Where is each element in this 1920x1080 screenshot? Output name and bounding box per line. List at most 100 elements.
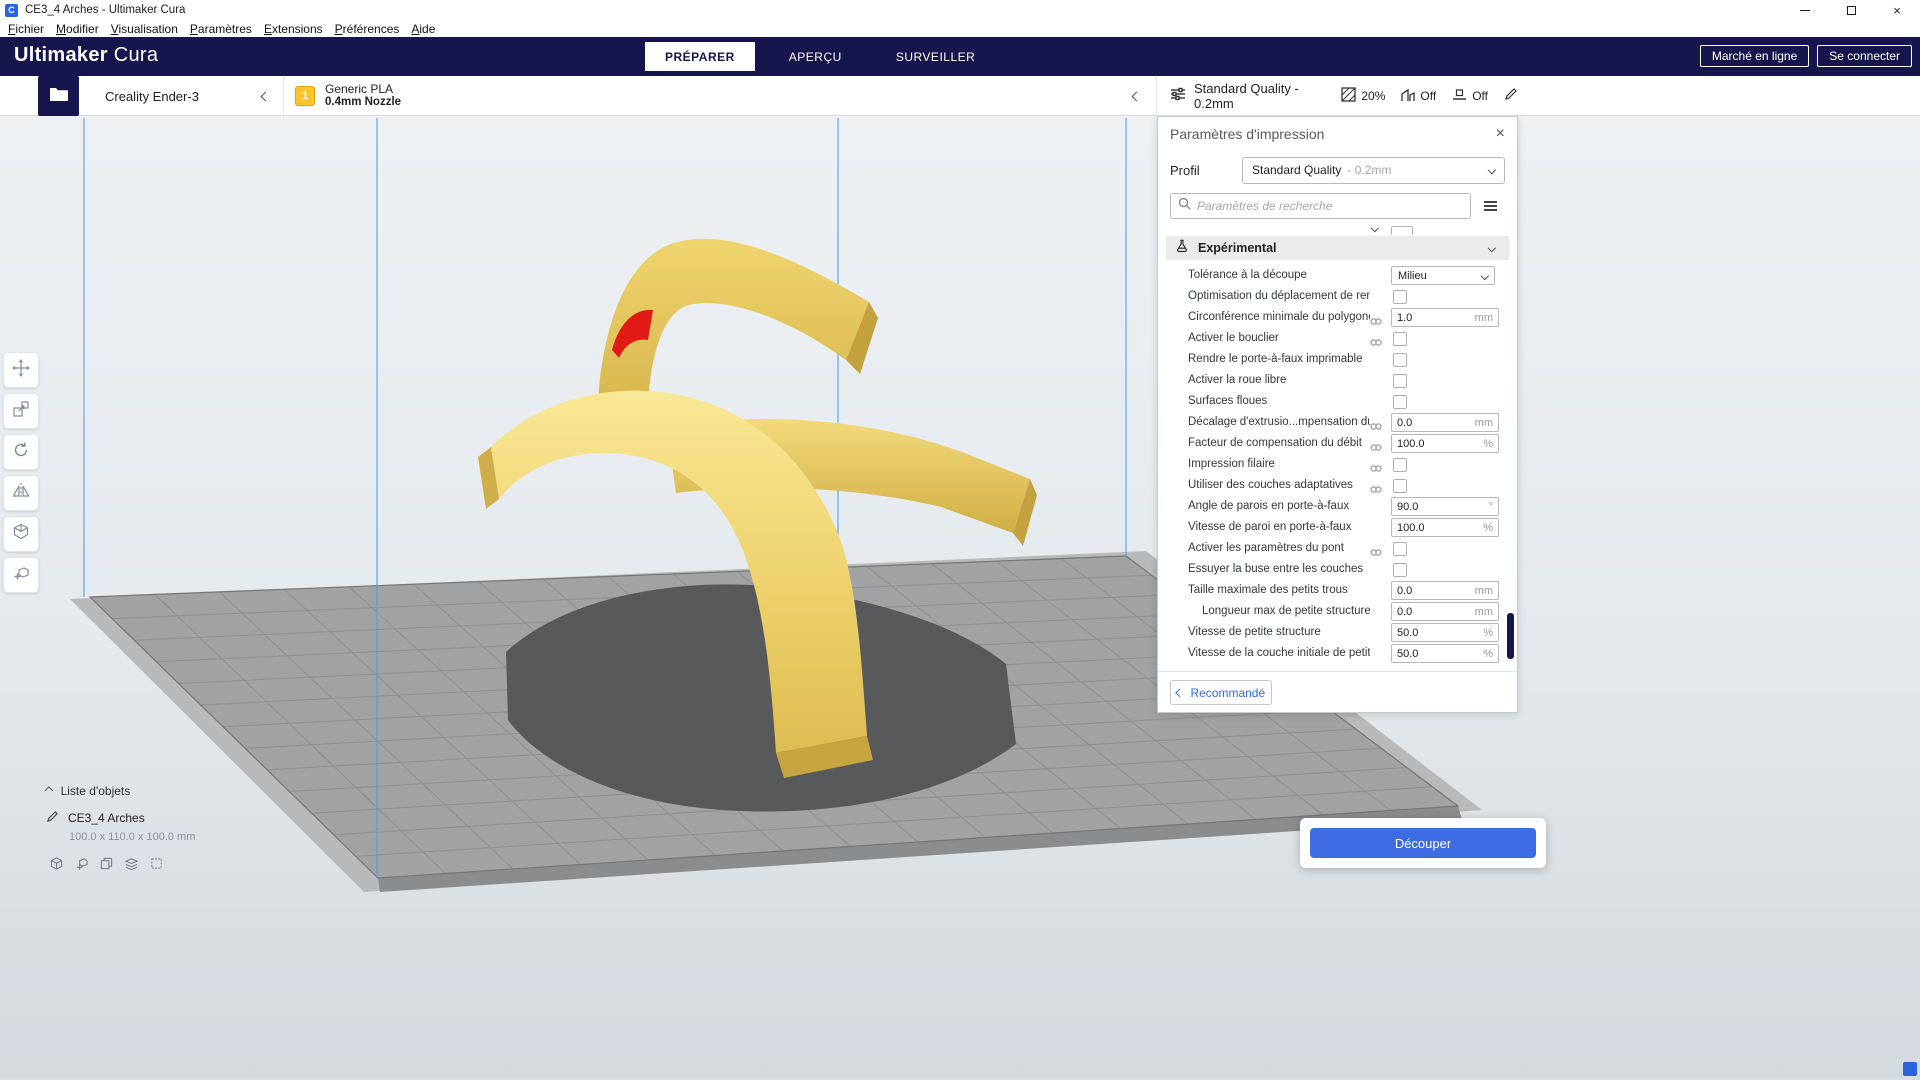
move-tool-button[interactable]	[3, 352, 39, 388]
extruder-badge[interactable]: 1	[295, 86, 315, 106]
viewport-3d[interactable]	[0, 116, 1920, 1080]
setting-input[interactable]: 100.0%	[1391, 518, 1499, 537]
tab-apercu[interactable]: APERÇU	[769, 42, 862, 71]
search-row	[1158, 189, 1517, 223]
object-list-item[interactable]: CE3_4 Arches	[46, 810, 195, 826]
corner-widget[interactable]	[1903, 1062, 1917, 1076]
setting-row-vitesse-de-la-couche-initiale-de-petite-st: Vitesse de la couche initiale de petite …	[1158, 643, 1517, 664]
setting-checkbox[interactable]	[1393, 374, 1407, 388]
open-file-button[interactable]	[38, 76, 79, 116]
rotate-tool-icon	[12, 441, 30, 464]
setting-row-longueur-max-de-petite-structure: Longueur max de petite structure0.0mm	[1158, 601, 1517, 622]
setting-input[interactable]: 100.0%	[1391, 434, 1499, 453]
tab-surveiller[interactable]: SURVEILLER	[876, 42, 995, 71]
app-header: Ultimaker Cura PRÉPARERAPERÇUSURVEILLER …	[0, 37, 1920, 76]
setting-row-activer-la-roue-libre: Activer la roue libre	[1158, 370, 1517, 391]
recommended-mode-button[interactable]: Recommandé	[1170, 680, 1272, 705]
chevron-left-icon	[1176, 689, 1184, 697]
setting-input[interactable]: 50.0%	[1391, 623, 1499, 642]
layers-icon[interactable]	[125, 857, 138, 875]
profile-row: Profil Standard Quality - 0.2mm	[1158, 151, 1517, 189]
menu-item-fichier[interactable]: Fichier	[2, 22, 50, 36]
collapse-material-icon[interactable]	[1132, 91, 1142, 101]
chevron-up-icon	[45, 787, 53, 795]
sign-in-button[interactable]: Se connecter	[1817, 45, 1912, 67]
clipped-setting-row	[1158, 223, 1517, 235]
setting-input[interactable]: 1.0mm	[1391, 308, 1499, 327]
slice-button[interactable]: Découper	[1310, 828, 1536, 858]
chevron-down-icon	[1481, 272, 1489, 280]
menu-item-extensions[interactable]: Extensions	[258, 22, 329, 36]
setting-row-circonference-minimale-du-polygone: Circonférence minimale du polygone1.0mm	[1158, 307, 1517, 328]
setting-checkbox[interactable]	[1393, 353, 1407, 367]
menu-item-preferences[interactable]: Préférences	[329, 22, 406, 36]
setting-label: Optimisation du déplacement de remplissa…	[1188, 290, 1370, 302]
maximize-button[interactable]	[1828, 0, 1874, 20]
mirror-tool-icon	[12, 482, 30, 505]
setting-checkbox[interactable]	[1393, 458, 1407, 472]
close-panel-icon[interactable]: ×	[1496, 126, 1505, 142]
material-selector[interactable]: 1 Generic PLA 0.4mm Nozzle	[285, 76, 1157, 116]
search-icon	[1178, 197, 1191, 215]
profile-dropdown[interactable]: Standard Quality - 0.2mm	[1242, 157, 1505, 184]
material-name: Generic PLA	[325, 82, 401, 96]
setting-row-essuyer-la-buse-entre-les-couches: Essuyer la buse entre les couches	[1158, 559, 1517, 580]
menu-item-parametres[interactable]: Paramètres	[184, 22, 258, 36]
support-blocker-button[interactable]	[3, 557, 39, 593]
section-title: Expérimental	[1198, 241, 1277, 255]
setting-label: Utiliser des couches adaptatives	[1188, 479, 1353, 491]
configuration-bar: Creality Ender-3 1 Generic PLA 0.4mm Noz…	[0, 76, 1920, 116]
menu-bar: FichierModifierVisualisationParamètresEx…	[0, 20, 1920, 37]
setting-label: Rendre le porte-à-faux imprimable	[1188, 353, 1363, 365]
edit-settings-pencil-icon[interactable]	[1504, 87, 1518, 106]
cube-icon[interactable]	[50, 857, 63, 875]
settings-search-box[interactable]	[1170, 193, 1471, 219]
object-dimensions: 100.0 x 110.0 x 100.0 mm	[69, 831, 195, 843]
print-settings-summary[interactable]: Standard Quality - 0.2mm 20% Off Off	[1158, 76, 1530, 116]
setting-label: Angle de parois en porte-à-faux	[1188, 500, 1349, 512]
per-model-settings-button[interactable]	[3, 516, 39, 552]
panel-resize-dots[interactable]: ...	[1158, 709, 1517, 723]
setting-input[interactable]: 0.0mm	[1391, 581, 1499, 600]
setting-checkbox[interactable]	[1393, 479, 1407, 493]
mirror-tool-button[interactable]	[3, 475, 39, 511]
setting-input[interactable]: 0.0mm	[1391, 413, 1499, 432]
panel-scrollbar[interactable]	[1507, 613, 1514, 659]
setting-dropdown[interactable]: Milieu	[1391, 266, 1495, 285]
setting-checkbox[interactable]	[1393, 332, 1407, 346]
setting-checkbox[interactable]	[1393, 395, 1407, 409]
close-window-button[interactable]: ×	[1874, 0, 1920, 20]
infill-icon	[1341, 87, 1356, 105]
setting-input[interactable]: 90.0°	[1391, 497, 1499, 516]
setting-input[interactable]: 0.0mm	[1391, 602, 1499, 621]
search-input[interactable]	[1197, 199, 1463, 213]
cube-outline-icon[interactable]	[150, 857, 163, 875]
infill-value: 20%	[1361, 89, 1385, 103]
settings-menu-icon[interactable]	[1484, 201, 1497, 211]
setting-checkbox[interactable]	[1393, 290, 1407, 304]
object-list-toggle[interactable]: Liste d'objets	[46, 784, 195, 798]
setting-row-facteur-de-compensation-du-debit: Facteur de compensation du débit100.0%	[1158, 433, 1517, 454]
setting-input[interactable]: 50.0%	[1391, 644, 1499, 663]
menu-item-visualisation[interactable]: Visualisation	[105, 22, 184, 36]
minimize-button[interactable]	[1782, 0, 1828, 20]
copy-icon[interactable]	[100, 857, 113, 875]
setting-checkbox[interactable]	[1393, 542, 1407, 556]
adhesion-icon	[1452, 89, 1467, 104]
flask-icon	[1175, 239, 1189, 258]
scale-tool-button[interactable]	[3, 393, 39, 429]
tab-preparer[interactable]: PRÉPARER	[645, 42, 755, 71]
divider	[1158, 671, 1517, 672]
collapse-printer-icon[interactable]	[261, 91, 271, 101]
profile-summary: Standard Quality - 0.2mm	[1194, 81, 1313, 111]
marketplace-button[interactable]: Marché en ligne	[1700, 45, 1809, 67]
setting-row-decalage-d-extrusio-mpensation-du-debit: Décalage d'extrusio...mpensation du débi…	[1158, 412, 1517, 433]
section-experimental[interactable]: Expérimental	[1166, 236, 1509, 260]
infill-summary: 20%	[1341, 87, 1385, 105]
menu-item-aide[interactable]: Aide	[405, 22, 441, 36]
printer-selector[interactable]: Creality Ender-3	[80, 76, 284, 116]
menu-item-modifier[interactable]: Modifier	[50, 22, 105, 36]
cube-plus-icon[interactable]	[75, 857, 88, 875]
rotate-tool-button[interactable]	[3, 434, 39, 470]
setting-checkbox[interactable]	[1393, 563, 1407, 577]
